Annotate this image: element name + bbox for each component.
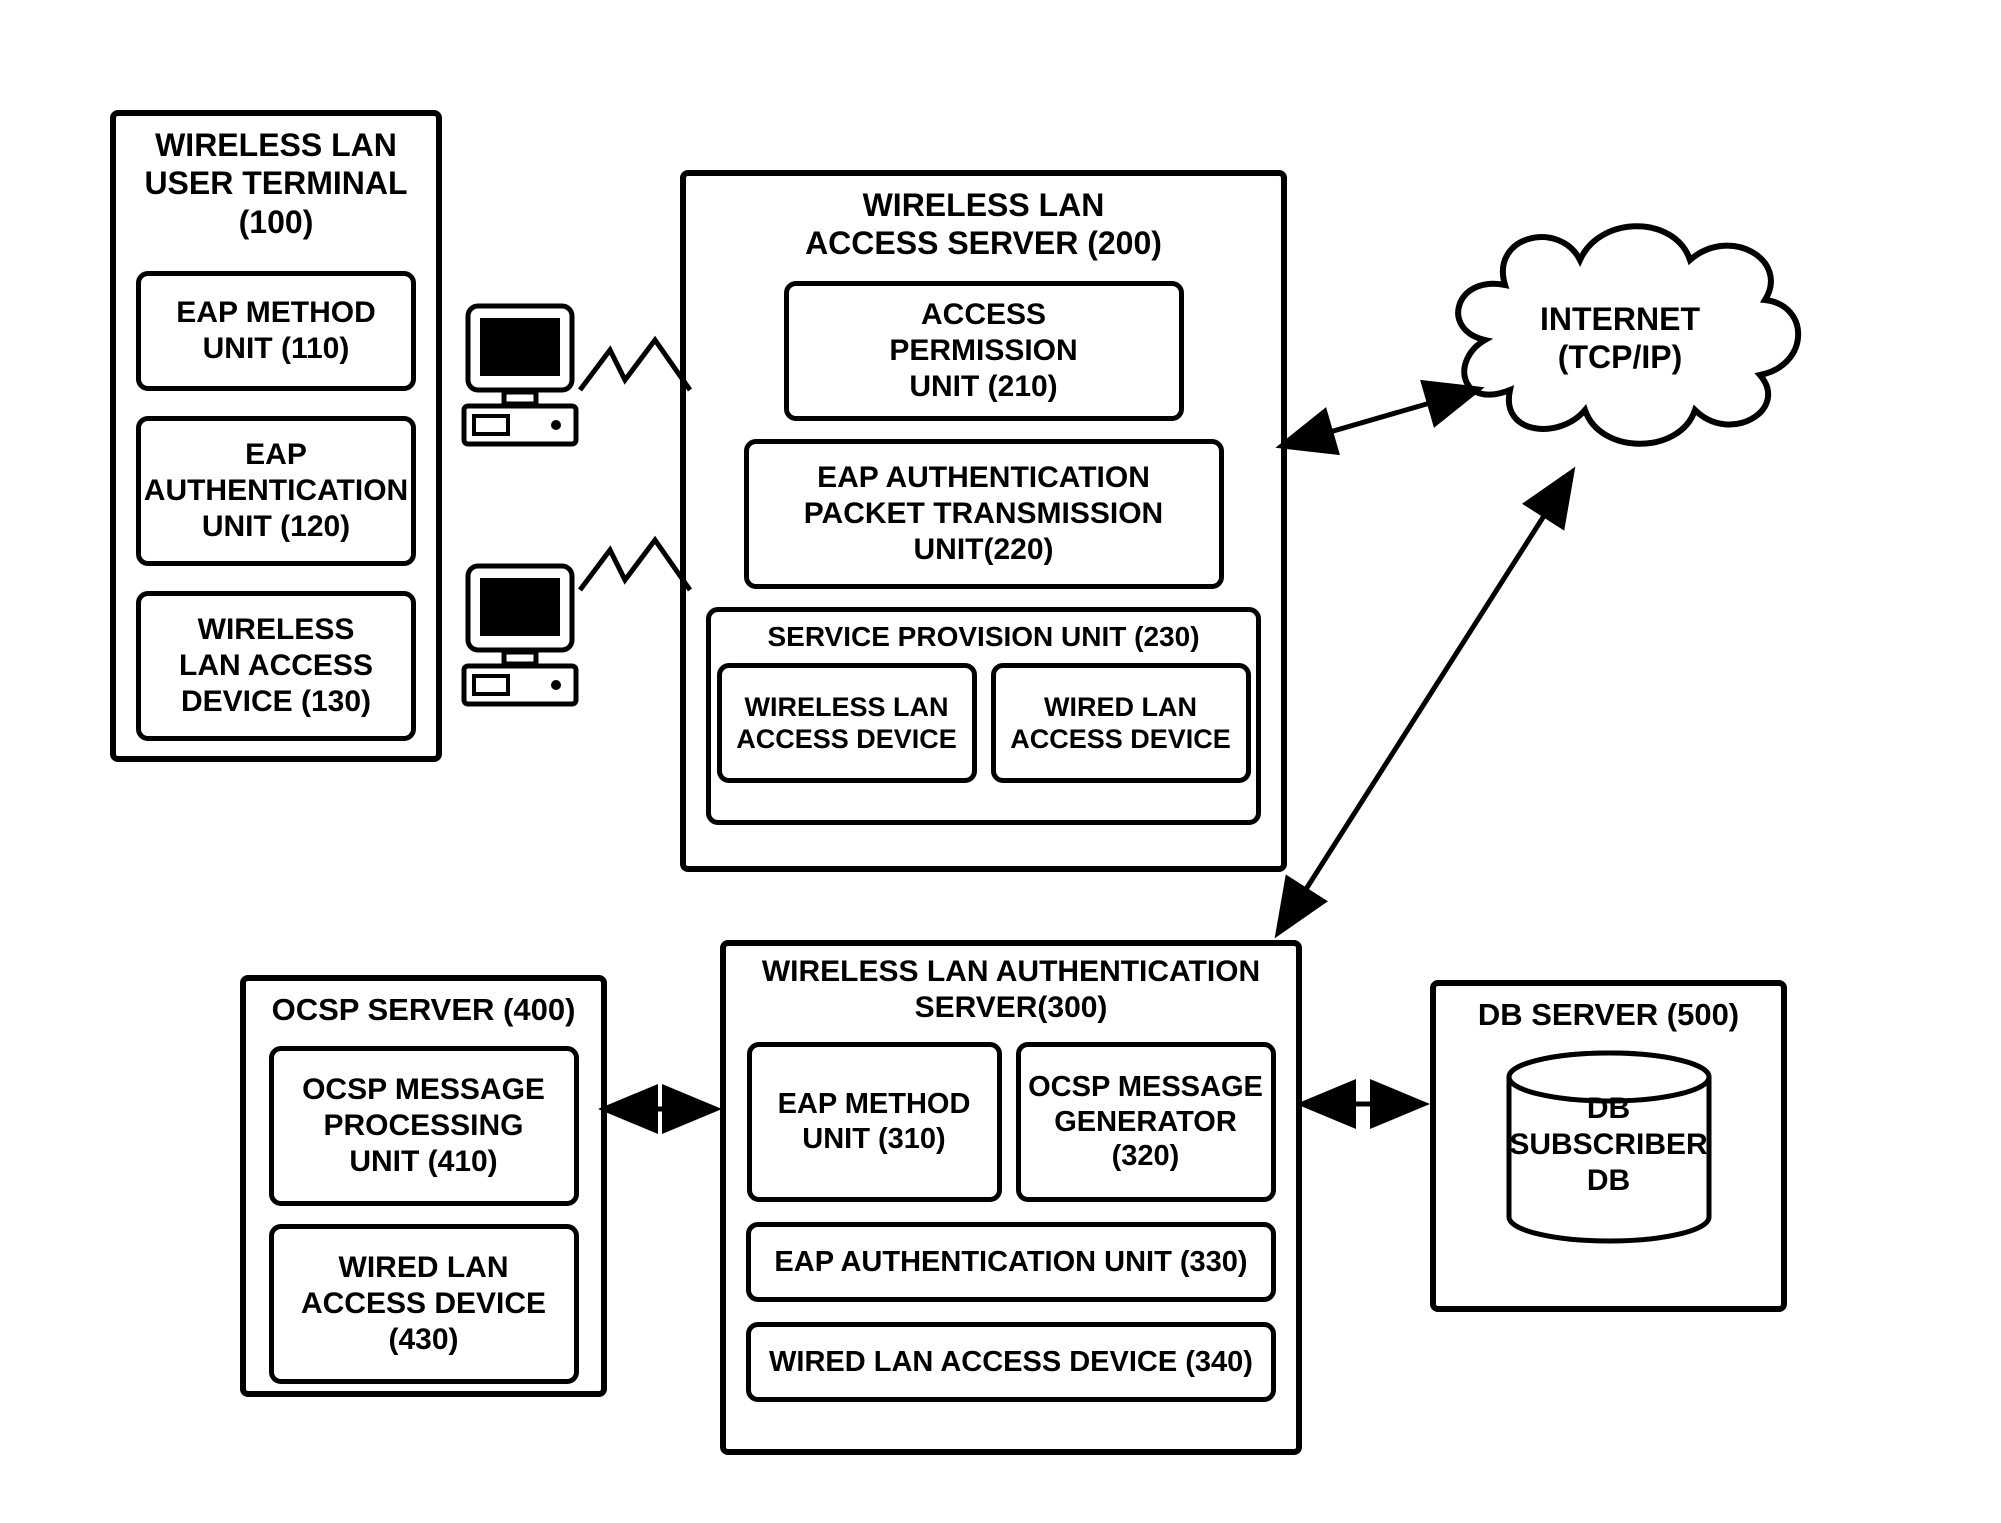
- auth-eap-method-unit-310: EAP METHOD UNIT (310): [747, 1042, 1002, 1202]
- ocsp-title: OCSP SERVER (400): [272, 991, 576, 1028]
- auth-eap-authentication-unit-330: EAP AUTHENTICATION UNIT (330): [746, 1222, 1276, 1302]
- service-provision-label: SERVICE PROVISION UNIT (230): [767, 620, 1199, 654]
- access-permission-label: ACCESS PERMISSION UNIT (210): [889, 297, 1077, 405]
- auth-wired-dev-label: WIRED LAN ACCESS DEVICE (340): [769, 1345, 1253, 1380]
- terminal-title: WIRELESS LAN USER TERMINAL (100): [144, 126, 407, 241]
- eap-auth-unit-label: EAP AUTHENTICATION UNIT (120): [144, 437, 408, 545]
- eap-method-unit-label: EAP METHOD UNIT (110): [176, 295, 375, 367]
- auth-eap-auth-label: EAP AUTHENTICATION UNIT (330): [774, 1245, 1247, 1280]
- wireless-link-icon: [580, 540, 690, 600]
- auth-server-title: WIRELESS LAN AUTHENTICATION SERVER(300): [762, 954, 1260, 1026]
- computer-icon: [450, 560, 590, 720]
- eap-method-unit-110: EAP METHOD UNIT (110): [136, 271, 416, 391]
- wireless-lan-access-device-130: WIRELESS LAN ACCESS DEVICE (130): [136, 591, 416, 741]
- ocsp-wired-dev-label: WIRED LAN ACCESS DEVICE (430): [301, 1250, 546, 1358]
- eap-packet-tx-unit-220: EAP AUTHENTICATION PACKET TRANSMISSION U…: [744, 439, 1224, 589]
- arrow-ocsp-auth-server: [600, 1095, 720, 1125]
- service-wlan-dev-label: WIRELESS LAN ACCESS DEVICE: [736, 691, 957, 756]
- service-wired-access-device: WIRED LAN ACCESS DEVICE: [991, 663, 1251, 783]
- ocsp-message-processing-unit-410: OCSP MESSAGE PROCESSING UNIT (410): [269, 1046, 579, 1206]
- wireless-lan-user-terminal-box: WIRELESS LAN USER TERMINAL (100) EAP MET…: [110, 110, 442, 762]
- eap-authentication-unit-120: EAP AUTHENTICATION UNIT (120): [136, 416, 416, 566]
- wireless-lan-access-server-box: WIRELESS LAN ACCESS SERVER (200) ACCESS …: [680, 170, 1287, 872]
- ocsp-wired-lan-access-device-430: WIRED LAN ACCESS DEVICE (430): [269, 1224, 579, 1384]
- ocsp-gen-label: OCSP MESSAGE GENERATOR (320): [1028, 1070, 1263, 1174]
- arrow-access-server-internet: [1280, 375, 1485, 475]
- service-wlan-access-device: WIRELESS LAN ACCESS DEVICE: [717, 663, 977, 783]
- wlan-access-device-label: WIRELESS LAN ACCESS DEVICE (130): [179, 612, 373, 720]
- ocsp-message-generator-320: OCSP MESSAGE GENERATOR (320): [1016, 1042, 1276, 1202]
- db-server-title: DB SERVER (500): [1478, 996, 1739, 1033]
- access-permission-unit-210: ACCESS PERMISSION UNIT (210): [784, 281, 1184, 421]
- internet-label: INTERNET (TCP/IP): [1510, 300, 1730, 377]
- ocsp-server-box: OCSP SERVER (400) OCSP MESSAGE PROCESSIN…: [240, 975, 607, 1397]
- auth-eap-method-label: EAP METHOD UNIT (310): [778, 1087, 971, 1157]
- eap-pkt-tx-label: EAP AUTHENTICATION PACKET TRANSMISSION U…: [804, 460, 1163, 568]
- arrow-internet-auth-server: [1270, 470, 1580, 940]
- db-cylinder-label: DB SUBSCRIBER DB: [1479, 1091, 1739, 1199]
- auth-wired-lan-access-device-340: WIRED LAN ACCESS DEVICE (340): [746, 1322, 1276, 1402]
- wireless-link-icon: [580, 340, 690, 400]
- access-server-title: WIRELESS LAN ACCESS SERVER (200): [805, 186, 1162, 263]
- service-wired-dev-label: WIRED LAN ACCESS DEVICE: [1010, 691, 1231, 756]
- wireless-lan-auth-server-box: WIRELESS LAN AUTHENTICATION SERVER(300) …: [720, 940, 1302, 1455]
- ocsp-msg-proc-label: OCSP MESSAGE PROCESSING UNIT (410): [302, 1072, 545, 1180]
- service-provision-unit-230: SERVICE PROVISION UNIT (230) WIRELESS LA…: [706, 607, 1261, 825]
- arrow-auth-server-db-server: [1298, 1090, 1428, 1120]
- db-server-box: DB SERVER (500) DB SUBSCRIBER DB: [1430, 980, 1787, 1312]
- computer-icon: [450, 300, 590, 460]
